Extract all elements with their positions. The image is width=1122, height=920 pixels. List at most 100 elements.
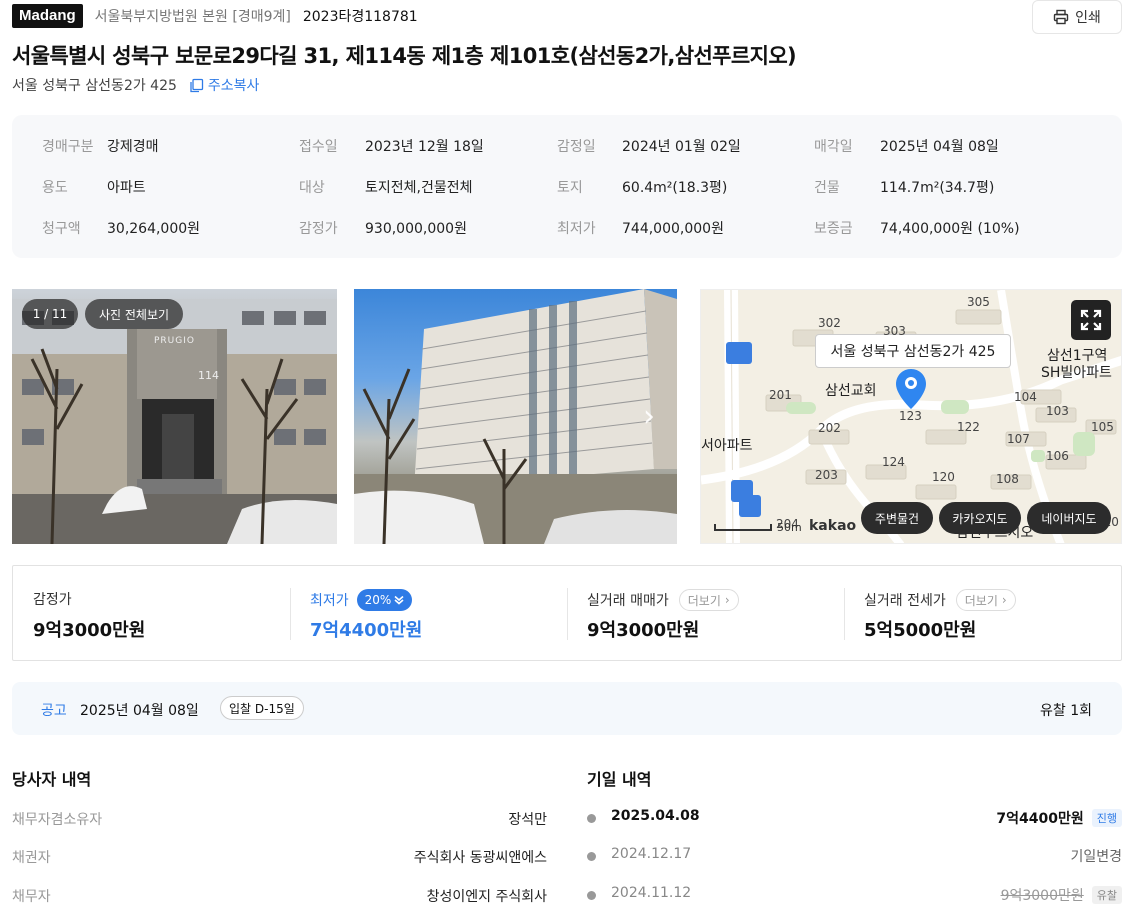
map-label-104: 104 — [1014, 390, 1037, 404]
map-label-apt-sh2: SH빌아파트 — [1041, 365, 1112, 381]
trade-jeonse-more-button[interactable]: 더보기 › — [955, 589, 1016, 611]
info-value: 930,000,000원 — [365, 221, 467, 237]
view-all-photos-button[interactable]: 사진 전체보기 — [85, 299, 183, 329]
info-value: 2023년 12월 18일 — [365, 139, 484, 155]
info-building: 건물 114.7m²(34.7평) — [814, 177, 994, 197]
sub-address-row: 서울 성북구 삼선동2가 425 주소복사 — [12, 75, 259, 95]
double-chevron-down-icon — [394, 595, 404, 605]
info-sale-date: 매각일 2025년 04월 08일 — [814, 136, 999, 156]
price-label: 최저가 20% — [310, 589, 413, 611]
price-appraisal: 감정가 9억3000만원 — [13, 566, 290, 662]
map-scale-label: 50m — [777, 521, 802, 534]
fail-count: 유찰 1회 — [1040, 703, 1092, 719]
price-value: 5억5000만원 — [864, 620, 977, 641]
nearby-items-button[interactable]: 주변물건 — [861, 502, 933, 534]
history-row: 2024.11.12 9억3000만원 유찰 — [587, 885, 1122, 905]
price-value: 7억4400만원 — [310, 620, 423, 641]
info-auction-type: 경매구분 강제경매 — [42, 136, 159, 156]
history-section-title: 기일 내역 — [587, 770, 652, 789]
party-role: 채무자 — [12, 889, 51, 905]
history-result: 7억4400만원 진행 — [996, 808, 1122, 828]
photo-building-illustration — [354, 289, 677, 544]
price-label-text: 최저가 — [310, 593, 349, 609]
price-label: 실거래 매매가 더보기 › — [587, 589, 739, 611]
price-label: 실거래 전세가 더보기 › — [864, 589, 1016, 611]
info-label: 용도 — [42, 180, 68, 196]
history-date: 2025.04.08 — [611, 808, 700, 824]
info-minimum-price: 최저가 744,000,000원 — [557, 218, 724, 238]
timeline-dot — [587, 891, 596, 900]
case-info-panel: 경매구분 강제경매 접수일 2023년 12월 18일 감정일 2024년 01월 0… — [12, 115, 1122, 258]
case-header: Madang 서울북부지방법원 본원 [경매9계] 2023타경118781 — [12, 4, 418, 28]
map-label-202: 202 — [818, 421, 841, 435]
property-photo-entrance[interactable]: PRUGIO 114 1 / 11 사진 전체보기 — [12, 289, 337, 544]
view-all-photos-label: 사진 전체보기 — [98, 307, 170, 322]
building-number-sign: 114 — [198, 369, 219, 382]
photo-counter: 1 / 11 — [22, 299, 78, 329]
history-status-badge: 진행 — [1091, 809, 1122, 827]
info-label: 건물 — [814, 180, 840, 196]
map-label-107: 107 — [1007, 432, 1030, 446]
info-land: 토지 60.4m²(18.3평) — [557, 177, 727, 197]
parties-section-title: 당사자 내역 — [12, 770, 92, 789]
entrance-sign: PRUGIO — [154, 336, 195, 346]
next-photo-icon[interactable]: › — [643, 399, 655, 434]
print-button[interactable]: 인쇄 — [1032, 0, 1122, 34]
expand-icon — [1080, 309, 1102, 331]
history-result-text: 기일변경 — [1070, 849, 1122, 865]
discount-rate-badge[interactable]: 20% — [356, 589, 413, 611]
info-deposit: 보증금 74,400,000원 (10%) — [814, 218, 1020, 238]
map-expand-button[interactable] — [1071, 300, 1111, 340]
more-label: 더보기 — [687, 593, 721, 608]
history-date: 2024.12.17 — [611, 846, 692, 862]
map-label-203: 203 — [815, 468, 838, 482]
info-value: 2024년 01월 02일 — [622, 139, 741, 155]
info-value: 토지전체,건물전체 — [365, 180, 473, 196]
info-value: 114.7m²(34.7평) — [880, 180, 995, 196]
notice-date: 2025년 04월 08일 — [80, 703, 199, 719]
history-row: 2024.12.17 기일변경 — [587, 846, 1122, 866]
price-label-text: 감정가 — [33, 592, 72, 608]
price-trade-sale: 실거래 매매가 더보기 › 9억3000만원 — [567, 566, 844, 662]
chevron-right-icon: › — [724, 593, 730, 607]
map-label-302: 302 — [818, 316, 841, 330]
party-role: 채무자겸소유자 — [12, 812, 103, 828]
court-name: 서울북부지방법원 본원 [경매9계] — [94, 9, 291, 25]
info-appraisal-price: 감정가 930,000,000원 — [299, 218, 467, 238]
info-appraisal-date: 감정일 2024년 01월 02일 — [557, 136, 741, 156]
case-number: 2023타경118781 — [302, 9, 418, 25]
history-result-text: 7억4400만원 — [996, 811, 1084, 827]
brand-logo: Madang — [12, 4, 83, 28]
photo-counter-text: 1 / 11 — [32, 307, 68, 321]
print-label: 인쇄 — [1075, 10, 1101, 26]
map-label-apt-left: 서아파트 — [701, 438, 753, 454]
history-result-text: 9억3000만원 — [1000, 888, 1084, 904]
info-value: 2025년 04월 08일 — [880, 139, 999, 155]
history-result: 기일변경 — [1070, 846, 1122, 866]
info-target: 대상 토지전체,건물전체 — [299, 177, 473, 197]
map-label-120: 120 — [932, 470, 955, 484]
map-pin-icon[interactable] — [895, 368, 927, 410]
page-title: 서울특별시 성북구 보문로29다길 31, 제114동 제1층 제101호(삼선… — [12, 44, 797, 68]
party-role: 채권자 — [12, 850, 51, 866]
price-label: 감정가 — [33, 589, 72, 609]
kakao-map-button[interactable]: 카카오지도 — [939, 502, 1021, 534]
timeline-dot — [587, 814, 596, 823]
trade-sale-more-button[interactable]: 더보기 › — [678, 589, 739, 611]
sub-address: 서울 성북구 삼선동2가 425 — [12, 78, 177, 94]
map-label-122: 122 — [957, 420, 980, 434]
info-value: 30,264,000원 — [107, 221, 201, 237]
discount-rate-text: 20% — [364, 593, 392, 607]
price-summary: 감정가 9억3000만원 최저가 20% 7억4400만원 실거래 매매가 더보기 ›… — [12, 565, 1122, 661]
property-photo-building[interactable]: › — [354, 289, 677, 544]
copy-address-label: 주소복사 — [207, 78, 260, 94]
copy-address-button[interactable]: 주소복사 — [189, 75, 260, 95]
info-value: 강제경매 — [107, 139, 159, 155]
nearby-items-label: 주변물건 — [874, 511, 920, 526]
info-value: 744,000,000원 — [622, 221, 724, 237]
naver-map-button[interactable]: 네이버지도 — [1027, 502, 1111, 534]
info-label: 감정일 — [557, 139, 596, 155]
party-name: 창성이엔지 주식회사 — [426, 889, 547, 905]
location-map[interactable]: 서울 성북구 삼선동2가 425 삼선교회 삼선1구역 SH빌아파트 서아파트 … — [700, 289, 1122, 544]
naver-map-label: 네이버지도 — [1041, 511, 1097, 526]
